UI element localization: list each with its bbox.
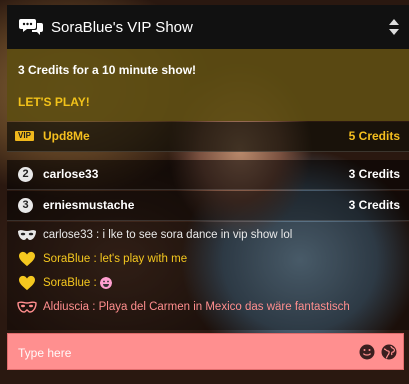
- panel-header[interactable]: SoraBlue's VIP Show: [7, 5, 409, 49]
- tipper-name[interactable]: Upd8Me: [43, 129, 90, 143]
- chat-messages: carlose33 : i lke to see sora dance in v…: [7, 222, 409, 330]
- promo-text: 3 Credits for a 10 minute show!: [18, 63, 197, 77]
- lets-play-button[interactable]: LET'S PLAY!: [18, 95, 90, 109]
- leaderboard-row[interactable]: 2 carlose33 3 Credits: [7, 160, 409, 190]
- chat-message: Aldiuscia : Playa del Carmen in Mexico d…: [17, 298, 350, 316]
- message-text: SoraBlue :: [43, 277, 97, 289]
- sort-arrows-icon[interactable]: [389, 19, 399, 35]
- mask-icon: [17, 301, 37, 313]
- heart-icon: [19, 275, 35, 291]
- tip-amount: 3 Credits: [348, 167, 400, 181]
- rank-badge: 2: [18, 167, 33, 182]
- chat-input[interactable]: [16, 342, 350, 364]
- grin-emoji-icon: [99, 277, 112, 289]
- message-text: SoraBlue : let's play with me: [43, 253, 188, 265]
- vip-badge: VIP: [15, 131, 34, 141]
- vip-show-panel: SoraBlue's VIP Show 3 Credits for a 10 m…: [7, 5, 409, 330]
- mask-icon: [18, 230, 36, 240]
- chat-bubbles-icon: [19, 19, 43, 35]
- tipper-name[interactable]: erniesmustache: [43, 198, 134, 212]
- chat-message: carlose33 : i lke to see sora dance in v…: [17, 226, 292, 244]
- smiley-icon[interactable]: [359, 344, 375, 360]
- heart-icon: [19, 251, 35, 267]
- tipper-name[interactable]: carlose33: [43, 167, 98, 181]
- chat-input-bar: [7, 333, 404, 370]
- tip-amount: 5 Credits: [348, 129, 400, 143]
- chat-message: SoraBlue :: [17, 274, 112, 292]
- leaderboard-row[interactable]: 3 erniesmustache 3 Credits: [7, 191, 409, 221]
- globe-icon[interactable]: [381, 344, 397, 360]
- chat-message: SoraBlue : let's play with me: [17, 250, 187, 268]
- tip-amount: 3 Credits: [348, 198, 400, 212]
- message-text: Aldiuscia : Playa del Carmen in Mexico d…: [43, 301, 350, 313]
- vip-promo: 3 Credits for a 10 minute show! LET'S PL…: [7, 49, 409, 121]
- leaderboard-row[interactable]: VIP Upd8Me 5 Credits: [7, 122, 409, 152]
- message-text: carlose33 : i lke to see sora dance in v…: [43, 229, 293, 241]
- panel-title: SoraBlue's VIP Show: [51, 18, 193, 36]
- rank-badge: 3: [18, 198, 33, 213]
